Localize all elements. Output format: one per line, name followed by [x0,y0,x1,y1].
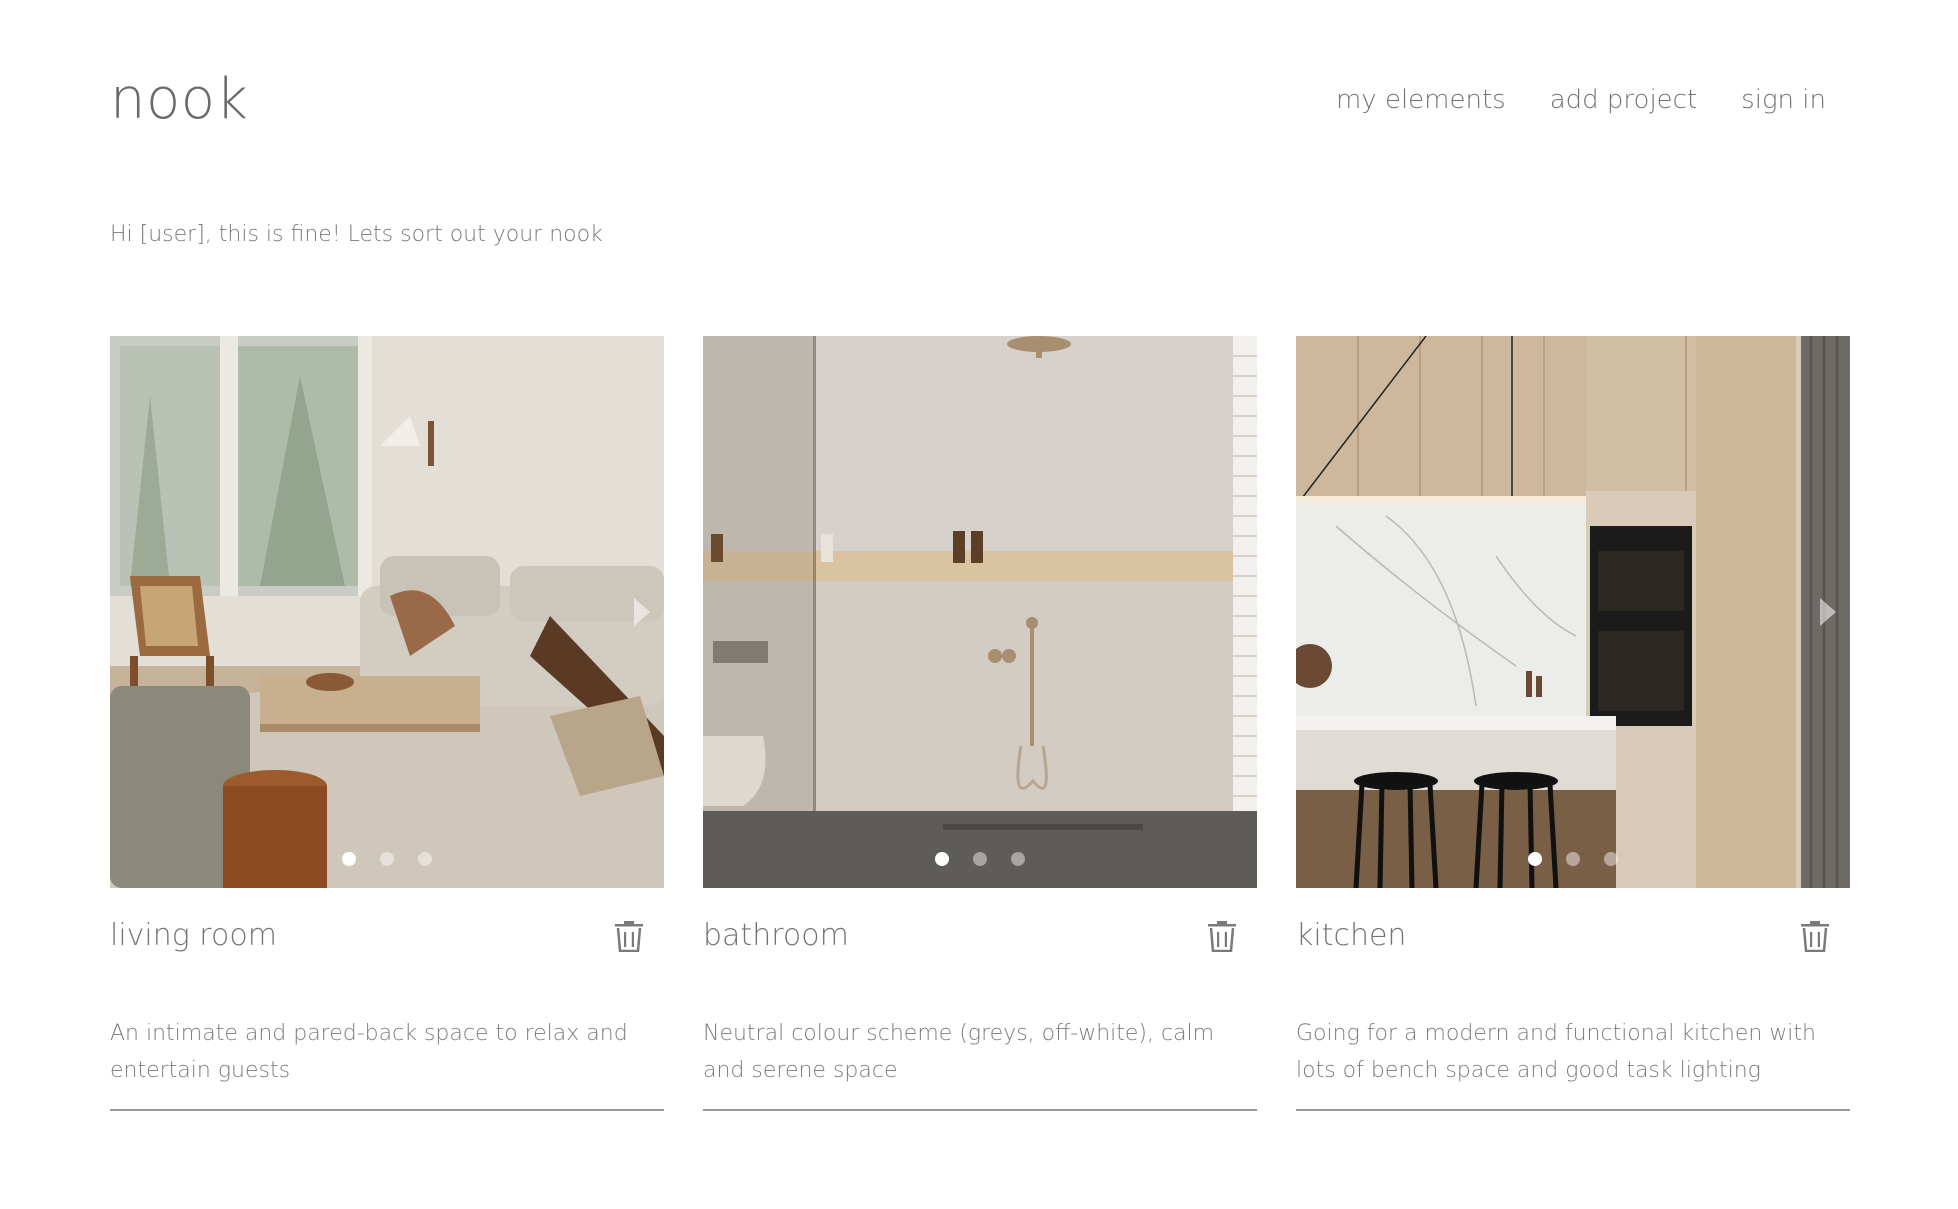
carousel-dot[interactable] [1011,852,1025,866]
divider [110,1109,664,1111]
carousel-dot[interactable] [1528,852,1542,866]
card-header: living room [110,918,664,953]
project-title[interactable]: kitchen [1296,918,1406,953]
chevron-right-icon[interactable] [634,598,650,626]
carousel-dot[interactable] [1566,852,1580,866]
carousel-dots [1296,852,1850,866]
carousel-dots [703,852,1257,866]
project-cards: living room An intimate and pared-back s… [110,336,1850,1111]
divider [703,1109,1257,1111]
greeting-text: Hi [user], this is fine! Lets sort out y… [110,222,603,247]
card-header: kitchen [1296,918,1850,953]
project-title[interactable]: bathroom [703,918,849,953]
nav-sign-in[interactable]: sign in [1741,80,1826,120]
carousel-dots [110,852,664,866]
divider [1296,1109,1850,1111]
carousel-dot[interactable] [1604,852,1618,866]
nav-add-project[interactable]: add project [1550,80,1697,120]
card-header: bathroom [703,918,1257,953]
project-card-bathroom[interactable]: bathroom Neutral colour scheme (greys, o… [703,336,1257,1111]
project-description: Going for a modern and functional kitche… [1296,1021,1816,1083]
carousel-dot[interactable] [935,852,949,866]
trash-icon[interactable] [1800,920,1830,952]
main-nav: my elements add project sign in [1336,80,1826,120]
kitchen-photo[interactable] [1296,336,1850,888]
project-card-kitchen[interactable]: kitchen Going for a modern and functiona… [1296,336,1850,1111]
trash-icon[interactable] [614,920,644,952]
carousel-dot[interactable] [418,852,432,866]
project-description: Neutral colour scheme (greys, off-white)… [703,1021,1215,1083]
bathroom-photo[interactable] [703,336,1257,888]
trash-icon[interactable] [1207,920,1237,952]
site-logo[interactable]: nook [110,64,248,136]
project-card-living-room[interactable]: living room An intimate and pared-back s… [110,336,664,1111]
carousel-dot[interactable] [380,852,394,866]
project-title[interactable]: living room [110,918,277,953]
chevron-right-icon[interactable] [1820,598,1836,626]
carousel-dot[interactable] [342,852,356,866]
nav-my-elements[interactable]: my elements [1336,80,1506,120]
living-room-photo[interactable] [110,336,664,888]
carousel-dot[interactable] [973,852,987,866]
site-header: nook my elements add project sign in [0,0,1958,200]
project-description: An intimate and pared-back space to rela… [110,1021,628,1083]
